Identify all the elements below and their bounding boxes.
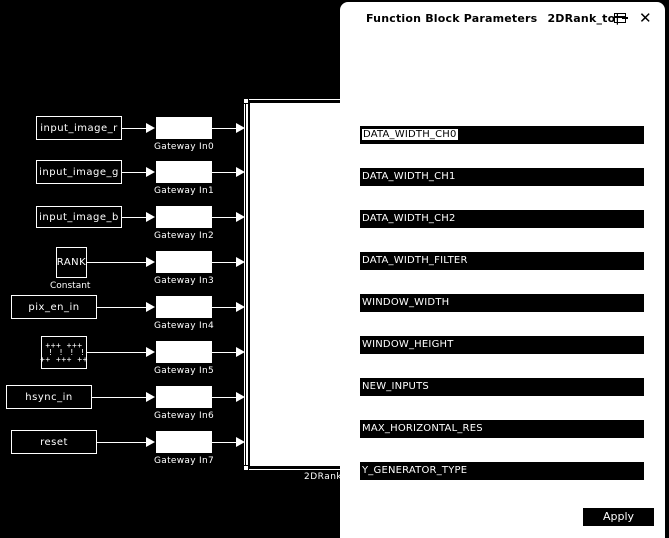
signal-line[interactable] <box>212 128 238 129</box>
dialog-title: Function Block Parameters 2DRank_to| <box>366 12 620 25</box>
arrow-icon <box>146 392 155 402</box>
arrow-icon <box>236 123 245 133</box>
selection-handle[interactable] <box>243 98 249 104</box>
signal-line[interactable] <box>122 172 148 173</box>
inport-pix-en-in[interactable]: pix_en_in <box>11 295 97 319</box>
gateway-in7[interactable] <box>156 431 212 453</box>
gateway-in3[interactable] <box>156 251 212 273</box>
param-field-window-height[interactable]: WINDOW_HEIGHT <box>360 336 644 354</box>
arrow-icon <box>236 437 245 447</box>
function-block-parameters-dialog: Function Block Parameters 2DRank_to| ✕ DA… <box>340 2 665 538</box>
param-field-max-horizontal-res[interactable]: MAX_HORIZONTAL_RES <box>360 420 644 438</box>
constant-caption: Constant <box>50 281 91 291</box>
signal-line[interactable] <box>97 307 148 308</box>
param-value: DATA_WIDTH_FILTER <box>362 255 468 266</box>
subsystem-label: 2DRank <box>304 472 343 482</box>
signal-line[interactable] <box>212 352 238 353</box>
signal-line[interactable] <box>212 262 238 263</box>
arrow-icon <box>146 123 155 133</box>
apply-button[interactable]: Apply <box>583 508 654 526</box>
arrow-icon <box>236 167 245 177</box>
param-field-data-width-ch2[interactable]: DATA_WIDTH_CH2 <box>360 210 644 228</box>
gateway-in2[interactable] <box>156 206 212 228</box>
block-label: reset <box>40 436 68 448</box>
gateway-in1[interactable] <box>156 161 212 183</box>
inport-hsync-in[interactable]: hsync_in <box>6 385 92 409</box>
block-label: hsync_in <box>25 391 73 403</box>
dialog-title-text: Function Block Parameters <box>366 12 538 25</box>
signal-line[interactable] <box>87 352 148 353</box>
block-label: pix_en_in <box>28 301 80 313</box>
signal-line[interactable] <box>212 307 238 308</box>
signal-line[interactable] <box>212 397 238 398</box>
param-field-data-width-ch0[interactable]: DATA_WIDTH_CH0 <box>360 126 644 144</box>
inport-input-image-b[interactable]: input_image_b <box>36 206 122 228</box>
arrow-icon <box>236 392 245 402</box>
signal-line[interactable] <box>122 128 148 129</box>
block-label: RANK <box>56 257 87 268</box>
arrow-icon <box>236 302 245 312</box>
inport-reset[interactable]: reset <box>11 430 97 454</box>
arrow-icon <box>236 257 245 267</box>
arrow-icon <box>146 437 155 447</box>
param-value: DATA_WIDTH_CH1 <box>362 171 456 182</box>
arrow-icon <box>146 212 155 222</box>
param-field-new-inputs[interactable]: NEW_INPUTS <box>360 378 644 396</box>
gateway-label: Gateway In3 <box>153 276 214 286</box>
block-label: input_image_r <box>40 122 118 134</box>
gateway-label: Gateway In4 <box>153 321 214 331</box>
arrow-icon <box>146 257 155 267</box>
pattern-source-block[interactable]: +++ +++ ! ! ! ! ++ +++ ++ <box>40 336 88 369</box>
signal-line[interactable] <box>92 397 148 398</box>
arrow-icon <box>146 167 155 177</box>
inport-input-image-g[interactable]: input_image_g <box>36 160 122 184</box>
arrow-icon <box>146 347 155 357</box>
pattern-icon: +++ +++ ! ! ! ! ++ +++ ++ <box>40 341 88 364</box>
constant-block[interactable]: RANK <box>56 247 87 278</box>
close-icon[interactable]: ✕ <box>639 10 652 26</box>
block-label: input_image_g <box>39 166 119 178</box>
param-field-window-width[interactable]: WINDOW_WIDTH <box>360 294 644 312</box>
signal-line[interactable] <box>87 262 148 263</box>
selection-handle[interactable] <box>243 465 249 471</box>
gateway-label: Gateway In7 <box>153 456 214 466</box>
gateway-label: Gateway In2 <box>153 231 214 241</box>
signal-line[interactable] <box>212 217 238 218</box>
signal-line[interactable] <box>122 217 148 218</box>
param-value: DATA_WIDTH_CH2 <box>362 213 456 224</box>
gateway-label: Gateway In1 <box>153 186 214 196</box>
param-value: NEW_INPUTS <box>362 381 429 392</box>
gateway-in0[interactable] <box>156 117 212 139</box>
undock-icon[interactable] <box>614 13 628 23</box>
dialog-block-name: 2DRank_to| <box>547 12 620 25</box>
block-label: input_image_b <box>39 211 119 223</box>
signal-line[interactable] <box>212 172 238 173</box>
gateway-label: Gateway In6 <box>153 411 214 421</box>
param-value: MAX_HORIZONTAL_RES <box>362 423 483 434</box>
param-value: WINDOW_WIDTH <box>362 297 450 308</box>
arrow-icon <box>236 347 245 357</box>
param-field-data-width-filter[interactable]: DATA_WIDTH_FILTER <box>360 252 644 270</box>
gateway-in4[interactable] <box>156 296 212 318</box>
gateway-in5[interactable] <box>156 341 212 363</box>
arrow-icon <box>146 302 155 312</box>
gateway-label: Gateway In5 <box>153 366 214 376</box>
signal-line[interactable] <box>97 442 148 443</box>
signal-line[interactable] <box>212 442 238 443</box>
param-field-y-generator-type[interactable]: Y_GENERATOR_TYPE <box>360 462 644 480</box>
gateway-in6[interactable] <box>156 386 212 408</box>
inport-input-image-r[interactable]: input_image_r <box>36 116 122 140</box>
param-value: DATA_WIDTH_CH0 <box>362 129 458 140</box>
param-value: Y_GENERATOR_TYPE <box>362 465 468 476</box>
gateway-label: Gateway In0 <box>153 142 214 152</box>
param-value: WINDOW_HEIGHT <box>362 339 454 350</box>
arrow-icon <box>236 212 245 222</box>
param-field-data-width-ch1[interactable]: DATA_WIDTH_CH1 <box>360 168 644 186</box>
